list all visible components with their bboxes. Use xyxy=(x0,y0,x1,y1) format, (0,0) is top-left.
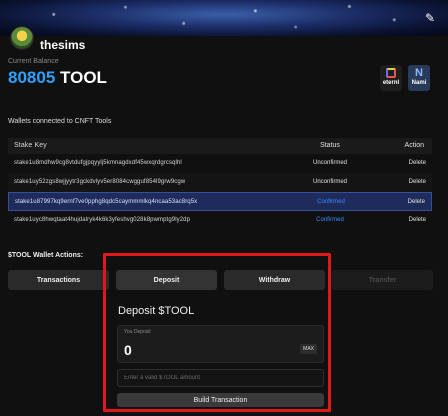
tab-transfer[interactable]: Transfer xyxy=(332,270,433,290)
stake-key: stake1uy52zgs8wjjyytr3gckdvlyv5er8084cwg… xyxy=(14,179,186,185)
status-text: Unconfirmed xyxy=(312,179,347,185)
balance-label: Current Balance xyxy=(8,58,59,65)
stake-key: stake1u87997kq9ernf7ve0pphg8qdc5caymmmlk… xyxy=(15,199,198,205)
build-transaction-button[interactable]: Build Transaction xyxy=(117,393,324,407)
delete-button[interactable]: Delete xyxy=(409,179,426,185)
avatar xyxy=(10,26,34,50)
header-stake-key: Stake Key xyxy=(14,142,47,149)
profile-banner xyxy=(0,0,448,36)
tab-withdraw[interactable]: Withdraw xyxy=(224,270,325,290)
eternl-label: eternl xyxy=(382,80,400,86)
delete-button[interactable]: Delete xyxy=(408,199,425,205)
status-text: Confirmed xyxy=(316,217,344,223)
status-text: Confirmed xyxy=(317,199,345,205)
wallets-table: Stake Key Status Action stake1u8mdhw9cg8… xyxy=(8,138,432,230)
username: thesims xyxy=(40,38,86,52)
you-deposit-label: You Deposit xyxy=(124,329,151,335)
nami-wallet-icon: N xyxy=(415,67,423,79)
tab-deposit[interactable]: Deposit xyxy=(116,270,217,290)
table-row[interactable]: stake1uyc8hwqtaat4hujdalryk4k6k3yfeshvg0… xyxy=(8,211,432,230)
balance-unit: TOOL xyxy=(60,68,107,87)
table-row[interactable]: stake1u8mdhw9cg8vtdufgjpqyylj5kmnagdxdf4… xyxy=(8,154,432,173)
status-text: Unconfirmed xyxy=(312,160,347,166)
stake-key: stake1u8mdhw9cg8vtdufgjpqyylj5kmnagdxdf4… xyxy=(14,160,182,166)
table-header: Stake Key Status Action xyxy=(8,138,432,154)
balance-amount: 80805 xyxy=(8,68,56,87)
table-row[interactable]: stake1u87997kq9ernf7ve0pphg8qdc5caymmmlk… xyxy=(8,192,432,211)
you-deposit-value: 0 xyxy=(124,342,132,358)
delete-button[interactable]: Delete xyxy=(409,217,426,223)
nami-wallet-button[interactable]: N Nami xyxy=(408,65,430,91)
header-status: Status xyxy=(320,142,340,149)
you-deposit-panel: You Deposit 0 MAX xyxy=(117,325,324,363)
max-button[interactable]: MAX xyxy=(300,344,317,354)
nami-label: Nami xyxy=(411,80,427,86)
header-action: Action xyxy=(404,142,424,149)
deposit-title: Deposit $TOOL xyxy=(118,305,195,317)
wallet-actions-title: $TOOL Wallet Actions: xyxy=(8,252,84,259)
eternl-wallet-icon xyxy=(386,68,396,78)
wallets-section-title: Wallets connected to CNFT Tools xyxy=(8,118,112,125)
tab-transactions[interactable]: Transactions xyxy=(8,270,109,290)
deposit-amount-input[interactable] xyxy=(117,369,324,387)
delete-button[interactable]: Delete xyxy=(409,160,426,166)
balance-display: 80805 TOOL xyxy=(8,68,107,88)
edit-pencil-icon[interactable]: ✎ xyxy=(422,10,438,26)
stake-key: stake1uyc8hwqtaat4hujdalryk4k6k3yfeshvg0… xyxy=(14,217,191,223)
table-row[interactable]: stake1uy52zgs8wjjyytr3gckdvlyv5er8084cwg… xyxy=(8,173,432,192)
eternl-wallet-button[interactable]: eternl xyxy=(380,65,402,91)
